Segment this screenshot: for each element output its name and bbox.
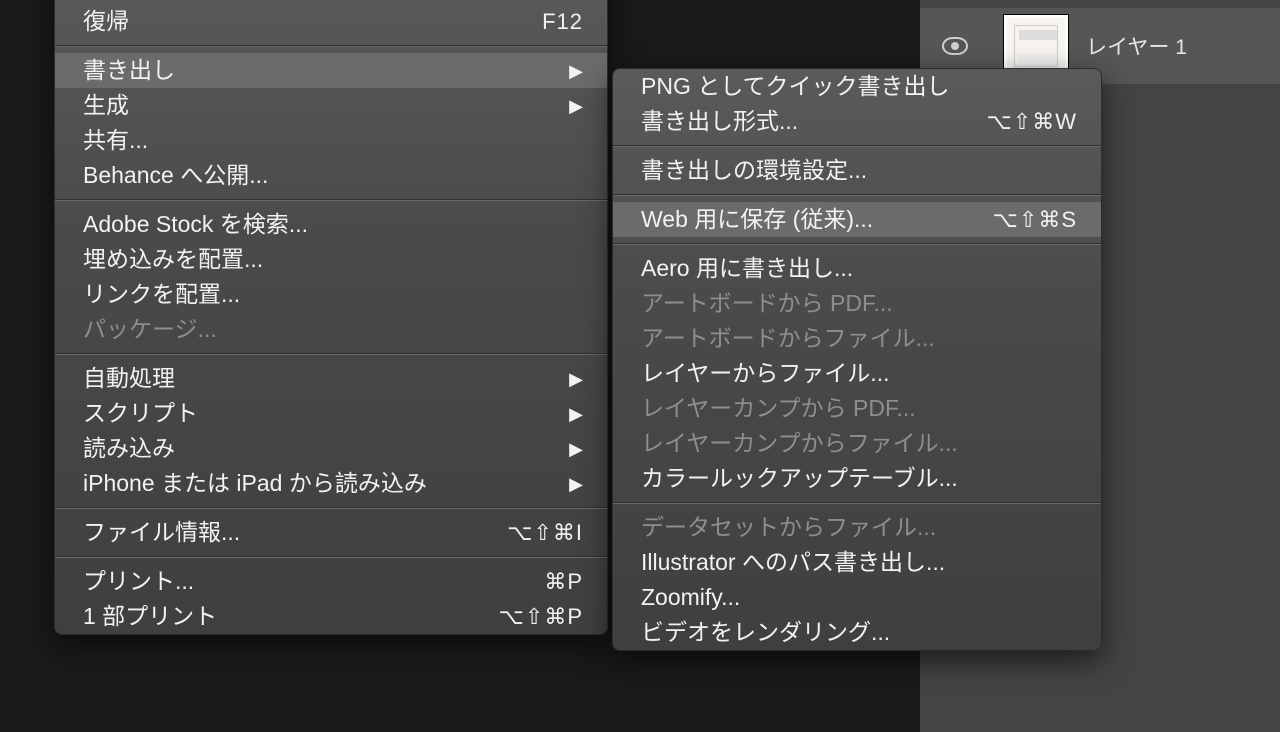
menu-item-label: Illustrator へのパス書き出し... [641, 551, 1077, 574]
menu-layercomps-files: レイヤーカンプからファイル... [613, 426, 1101, 461]
layer-label: レイヤー 1 [1086, 31, 1187, 61]
menu-item-label: 読み込み [83, 437, 555, 460]
menu-item-label: PNG としてクイック書き出し [641, 75, 1077, 98]
menu-artboards-pdf: アートボードから PDF... [613, 286, 1101, 321]
menu-item-shortcut: ⌘P [544, 571, 583, 593]
menu-separator [613, 145, 1101, 147]
menu-item-label: 書き出し [83, 59, 555, 82]
menu-import[interactable]: 読み込み ▶ [55, 431, 607, 466]
menu-file-info[interactable]: ファイル情報... ⌥⇧⌘I [55, 515, 607, 550]
menu-separator [613, 243, 1101, 245]
file-menu: 別名で保存... ⇧⌘S 復帰 F12 書き出し ▶ 生成 ▶ 共有... Be… [54, 0, 608, 635]
menu-item-label: レイヤーカンプから PDF... [641, 397, 1077, 420]
menu-export-as[interactable]: 書き出し形式... ⌥⇧⌘W [613, 104, 1101, 139]
menu-print-one[interactable]: 1 部プリント ⌥⇧⌘P [55, 599, 607, 634]
menu-place-embedded[interactable]: 埋め込みを配置... [55, 242, 607, 277]
menu-generate[interactable]: 生成 ▶ [55, 88, 607, 123]
menu-item-label: リンクを配置... [83, 283, 583, 306]
menu-item-label: 生成 [83, 94, 555, 117]
chevron-right-icon: ▶ [555, 475, 583, 493]
menu-quick-png[interactable]: PNG としてクイック書き出し [613, 69, 1101, 104]
export-submenu: PNG としてクイック書き出し 書き出し形式... ⌥⇧⌘W 書き出しの環境設定… [612, 68, 1102, 651]
menu-package: パッケージ... [55, 312, 607, 347]
menu-item-shortcut: ⌥⇧⌘W [986, 111, 1077, 133]
menu-item-shortcut: ⌥⇧⌘I [507, 522, 583, 544]
menu-layercomps-pdf: レイヤーカンプから PDF... [613, 391, 1101, 426]
menu-layers-files[interactable]: レイヤーからファイル... [613, 356, 1101, 391]
menu-export-prefs[interactable]: 書き出しの環境設定... [613, 153, 1101, 188]
menu-item-label: ファイル情報... [83, 521, 507, 544]
menu-item-label: データセットからファイル... [641, 516, 1077, 539]
menu-share[interactable]: 共有... [55, 123, 607, 158]
menu-iphone-ipad[interactable]: iPhone または iPad から読み込み ▶ [55, 466, 607, 501]
menu-item-shortcut: F12 [542, 11, 583, 33]
menu-item-label: アートボードからファイル... [641, 327, 1077, 350]
menu-print[interactable]: プリント... ⌘P [55, 564, 607, 599]
menu-item-label: レイヤーカンプからファイル... [641, 432, 1077, 455]
menu-item-label: 1 部プリント [83, 605, 499, 628]
menu-separator [613, 194, 1101, 196]
chevron-right-icon: ▶ [555, 97, 583, 115]
menu-item-label: Aero 用に書き出し... [641, 257, 1077, 280]
menu-item-label: 復帰 [83, 10, 542, 33]
menu-item-label: 書き出しの環境設定... [641, 159, 1077, 182]
menu-separator [613, 502, 1101, 504]
menu-item-label: Behance へ公開... [83, 164, 583, 187]
menu-item-label: Zoomify... [641, 586, 1077, 609]
chevron-right-icon: ▶ [555, 440, 583, 458]
chevron-right-icon: ▶ [555, 405, 583, 423]
chevron-right-icon: ▶ [555, 62, 583, 80]
menu-separator [55, 199, 607, 201]
menu-separator [55, 556, 607, 558]
menu-color-lookup[interactable]: カラールックアップテーブル... [613, 461, 1101, 496]
menu-item-shortcut: ⌥⇧⌘S [993, 209, 1077, 231]
menu-item-label: Adobe Stock を検索... [83, 213, 583, 236]
menu-scripts[interactable]: スクリプト ▶ [55, 396, 607, 431]
menu-adobe-stock[interactable]: Adobe Stock を検索... [55, 207, 607, 242]
menu-item-label: 書き出し形式... [641, 110, 986, 133]
menu-item-label: レイヤーからファイル... [641, 362, 1077, 385]
menu-revert[interactable]: 復帰 F12 [55, 4, 607, 39]
menu-zoomify[interactable]: Zoomify... [613, 580, 1101, 615]
menu-item-label: 埋め込みを配置... [83, 248, 583, 271]
menu-datasets: データセットからファイル... [613, 510, 1101, 545]
chevron-right-icon: ▶ [555, 370, 583, 388]
menu-place-linked[interactable]: リンクを配置... [55, 277, 607, 312]
menu-item-label: パッケージ... [83, 318, 583, 341]
menu-render-video[interactable]: ビデオをレンダリング... [613, 615, 1101, 650]
menu-illustrator-paths[interactable]: Illustrator へのパス書き出し... [613, 545, 1101, 580]
menu-item-label: 自動処理 [83, 367, 555, 390]
menu-separator [55, 45, 607, 47]
menu-item-label: 共有... [83, 129, 583, 152]
menu-item-label: Web 用に保存 (従来)... [641, 208, 993, 231]
menu-item-label: カラールックアップテーブル... [641, 467, 1077, 490]
menu-item-shortcut: ⌥⇧⌘P [499, 606, 583, 628]
menu-separator [55, 507, 607, 509]
menu-artboards-files: アートボードからファイル... [613, 321, 1101, 356]
menu-item-label: iPhone または iPad から読み込み [83, 472, 555, 495]
layer-thumbnail-contents [1015, 26, 1057, 66]
menu-item-label: スクリプト [83, 402, 555, 425]
eye-icon[interactable] [942, 37, 968, 55]
menu-save-for-web[interactable]: Web 用に保存 (従来)... ⌥⇧⌘S [613, 202, 1101, 237]
menu-aero[interactable]: Aero 用に書き出し... [613, 251, 1101, 286]
menu-separator [55, 353, 607, 355]
menu-item-label: プリント... [83, 570, 544, 593]
menu-automate[interactable]: 自動処理 ▶ [55, 361, 607, 396]
menu-export[interactable]: 書き出し ▶ [55, 53, 607, 88]
menu-behance[interactable]: Behance へ公開... [55, 158, 607, 193]
menu-item-label: アートボードから PDF... [641, 292, 1077, 315]
menu-item-label: ビデオをレンダリング... [641, 621, 1077, 644]
